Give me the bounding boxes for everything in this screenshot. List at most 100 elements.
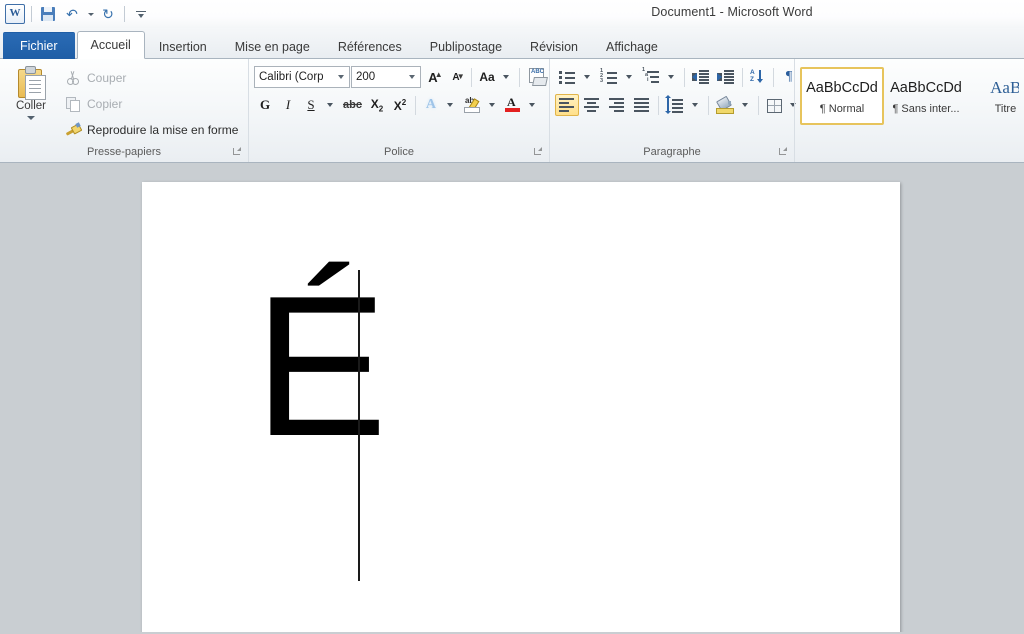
text-effects-button[interactable]: A xyxy=(420,94,442,116)
chevron-down-icon xyxy=(692,103,698,107)
style-item-normal[interactable]: AaBbCcDd ¶ Normal xyxy=(800,67,884,125)
style-item-titre-1[interactable]: AaBb Titre 1 xyxy=(968,67,1019,125)
align-center-button[interactable] xyxy=(580,94,604,116)
grow-font-button[interactable]: A ▲ xyxy=(422,66,444,88)
superscript-icon: X2 xyxy=(393,97,407,113)
shrink-font-button[interactable]: A ▼ xyxy=(445,66,467,88)
line-spacing-icon xyxy=(665,95,684,114)
highlighter-icon: ab xyxy=(463,96,481,114)
paste-button[interactable]: Coller xyxy=(5,63,57,120)
bullet-list-icon xyxy=(558,69,576,85)
format-painter-label: Reproduire la mise en forme xyxy=(87,123,239,137)
borders-button[interactable] xyxy=(763,94,785,116)
font-name-value: Calibri (Corp xyxy=(259,71,324,83)
format-painter-button[interactable]: Reproduire la mise en forme xyxy=(61,117,242,143)
copy-button[interactable]: Copier xyxy=(61,91,242,117)
align-center-icon xyxy=(583,97,601,113)
ribbon-group-styles: AaBbCcDd ¶ Normal AaBbCcDd ¶ Sans inter.… xyxy=(794,59,1024,162)
text-effects-icon: A xyxy=(425,97,437,112)
italic-button[interactable]: I xyxy=(277,94,299,116)
increase-indent-button[interactable] xyxy=(714,66,738,88)
bold-button[interactable]: G xyxy=(254,94,276,116)
chevron-down-icon xyxy=(446,103,453,107)
clipboard-dialog-launcher-icon[interactable] xyxy=(233,147,243,157)
paragraph-group-label: Paragraphe xyxy=(550,145,794,162)
tab-insertion[interactable]: Insertion xyxy=(145,33,221,59)
shrink-font-icon: A ▼ xyxy=(452,71,465,83)
clear-formatting-button[interactable] xyxy=(524,66,550,88)
clipboard-commands: Couper Copier Reproduire la mise en form… xyxy=(57,63,242,143)
tab-accueil[interactable]: Accueil xyxy=(76,31,145,59)
document-text: É xyxy=(254,255,388,478)
shading-dropdown[interactable] xyxy=(738,94,754,116)
numbering-button[interactable]: 1 2 3 xyxy=(597,66,621,88)
font-size-combo[interactable]: 200 xyxy=(351,66,421,88)
ribbon: Coller Couper Copier Reproduire la mise … xyxy=(0,59,1024,163)
font-color-dropdown[interactable] xyxy=(525,94,541,116)
ribbon-tab-strip: Fichier Accueil Insertion Mise en page R… xyxy=(0,28,1024,59)
tab-mise-en-page[interactable]: Mise en page xyxy=(221,33,324,59)
justify-button[interactable] xyxy=(630,94,654,116)
chevron-down-icon xyxy=(742,103,748,107)
change-case-dropdown[interactable] xyxy=(499,66,515,88)
borders-icon xyxy=(766,97,782,113)
shading-button[interactable] xyxy=(713,94,737,116)
multilevel-list-button[interactable]: 1 a i xyxy=(639,66,663,88)
font-size-value: 200 xyxy=(356,71,376,83)
bullets-button[interactable] xyxy=(555,66,579,88)
align-left-button[interactable] xyxy=(555,94,579,116)
style-name: ¶ Sans inter... xyxy=(892,103,960,115)
line-spacing-dropdown[interactable] xyxy=(688,94,704,116)
document-canvas[interactable]: É xyxy=(0,163,1024,632)
style-sample: AaBb xyxy=(990,78,1019,97)
style-name: ¶ Normal xyxy=(819,103,865,115)
highlight-color-button[interactable]: ab xyxy=(460,94,484,116)
align-right-button[interactable] xyxy=(605,94,629,116)
chevron-down-icon xyxy=(503,75,509,79)
tab-publipostage[interactable]: Publipostage xyxy=(416,33,516,59)
sort-button[interactable]: AZ xyxy=(747,66,769,88)
title-bar: W ↶ ↻ Document1 - Microsoft Word xyxy=(0,0,1024,28)
cut-button[interactable]: Couper xyxy=(61,65,242,91)
tab-references[interactable]: Références xyxy=(324,33,416,59)
chevron-down-icon xyxy=(584,75,590,79)
document-page[interactable]: É xyxy=(142,182,900,632)
chevron-down-icon xyxy=(528,103,535,107)
tab-affichage[interactable]: Affichage xyxy=(592,33,672,59)
paragraph-dialog-launcher-icon[interactable] xyxy=(779,147,789,157)
multilevel-list-dropdown[interactable] xyxy=(664,66,680,88)
superscript-button[interactable]: X2 xyxy=(389,94,411,116)
style-sample: AaBbCcDd xyxy=(890,80,962,96)
text-effects-dropdown[interactable] xyxy=(443,94,459,116)
tab-fichier[interactable]: Fichier xyxy=(3,32,75,59)
change-case-icon: Aa xyxy=(479,70,495,84)
strikethrough-icon: abc xyxy=(343,99,362,111)
text-caret xyxy=(358,270,360,581)
chevron-down-icon xyxy=(327,103,333,107)
sort-icon: AZ xyxy=(750,69,766,85)
font-name-combo[interactable]: Calibri (Corp xyxy=(254,66,350,88)
decrease-indent-button[interactable] xyxy=(689,66,713,88)
change-case-button[interactable]: Aa xyxy=(476,66,498,88)
tab-revision[interactable]: Révision xyxy=(516,33,592,59)
numbering-dropdown[interactable] xyxy=(622,66,638,88)
chevron-down-icon[interactable] xyxy=(27,116,35,120)
line-spacing-button[interactable] xyxy=(663,94,687,116)
decrease-indent-icon xyxy=(692,69,710,85)
styles-group-label xyxy=(795,145,1024,162)
style-item-sans-interligne[interactable]: AaBbCcDd ¶ Sans inter... xyxy=(884,67,968,125)
subscript-button[interactable]: X2 xyxy=(366,94,388,116)
underline-button[interactable]: S xyxy=(300,94,322,116)
shading-bucket-icon xyxy=(716,95,734,114)
copy-label: Copier xyxy=(87,97,123,111)
font-dialog-launcher-icon[interactable] xyxy=(534,147,544,157)
font-group-label: Police xyxy=(249,145,549,162)
ribbon-group-paragraph: 1 2 3 1 a i A Z ¶ Paragraphe xyxy=(549,59,796,162)
chevron-down-icon xyxy=(409,75,415,79)
strikethrough-button[interactable]: abc xyxy=(340,94,365,116)
highlight-color-dropdown[interactable] xyxy=(485,94,501,116)
chevron-down-icon xyxy=(668,75,674,79)
underline-dropdown[interactable] xyxy=(323,94,339,116)
bullets-dropdown[interactable] xyxy=(580,66,596,88)
font-color-button[interactable]: A xyxy=(502,94,524,116)
